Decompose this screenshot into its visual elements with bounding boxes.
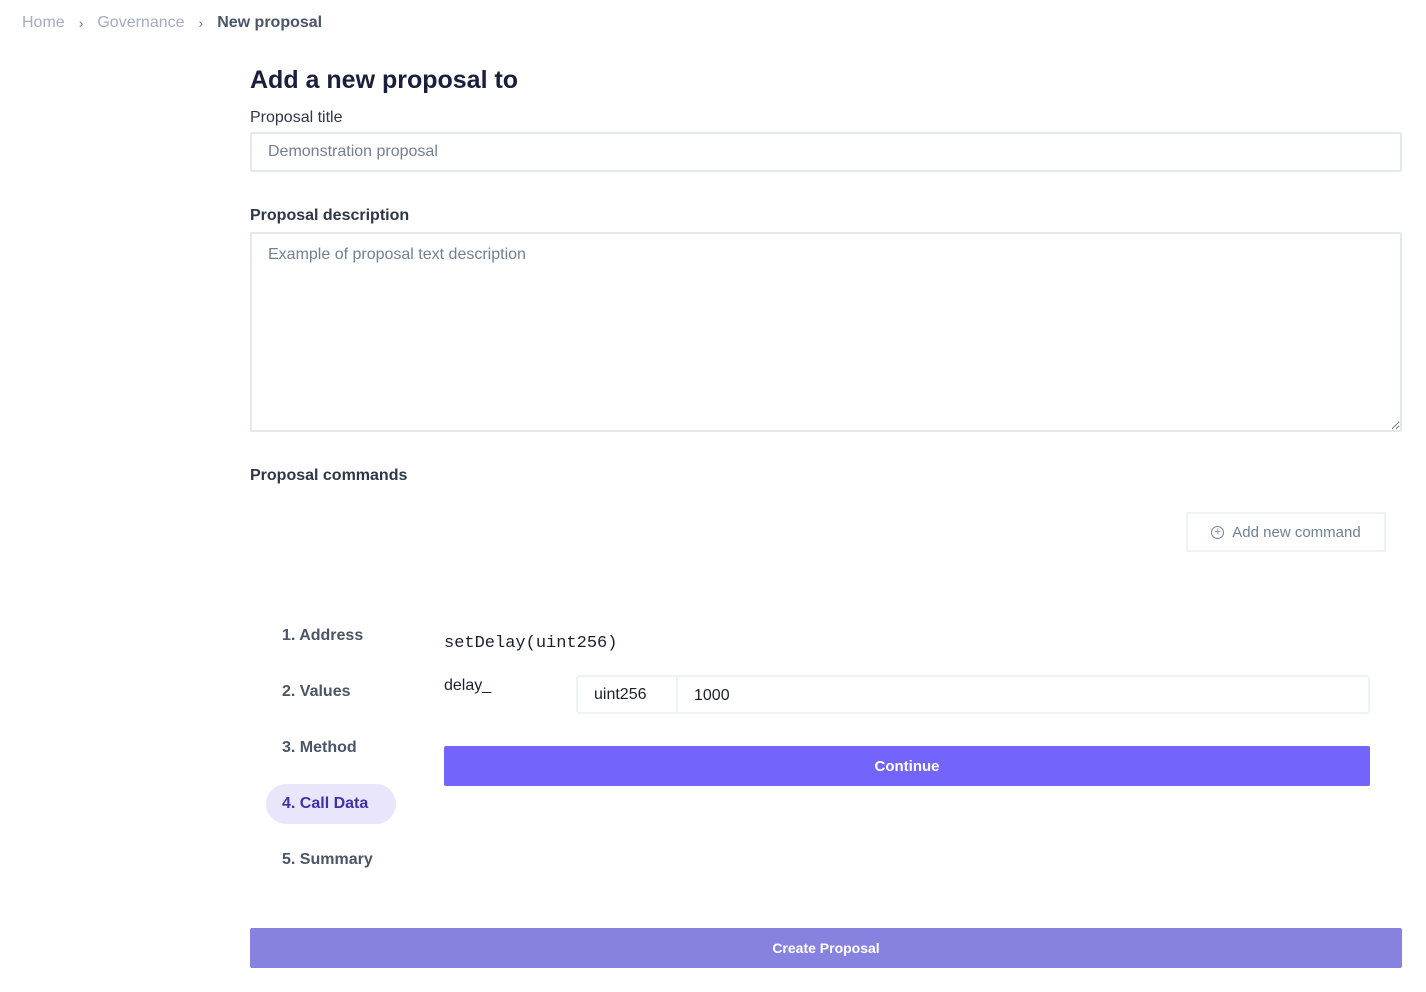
step-call-data[interactable]: 4. Call Data — [266, 784, 396, 824]
proposal-title-input[interactable] — [250, 132, 1402, 172]
proposal-title-label: Proposal title — [250, 109, 343, 126]
step-method[interactable]: 3. Method — [266, 728, 396, 768]
method-signature: setDelay(uint256) — [444, 634, 618, 653]
add-command-button[interactable]: + Add new command — [1186, 512, 1386, 552]
create-proposal-button[interactable]: Create Proposal — [250, 928, 1402, 968]
param-input-group: uint256 — [576, 675, 1370, 714]
proposal-description-label: Proposal description — [250, 207, 410, 224]
param-name: delay_ — [444, 677, 492, 694]
proposal-commands-label: Proposal commands — [250, 467, 408, 484]
chevron-right-icon: › — [198, 15, 204, 31]
chevron-right-icon: › — [78, 15, 84, 31]
add-command-label: Add new command — [1232, 523, 1361, 541]
breadcrumb: Home › Governance › New proposal — [22, 14, 322, 32]
continue-button[interactable]: Continue — [444, 746, 1370, 786]
proposal-description-input[interactable]: Example of proposal text description — [250, 232, 1402, 432]
breadcrumb-governance[interactable]: Governance — [97, 14, 184, 32]
param-value-input[interactable] — [678, 677, 1368, 712]
step-address[interactable]: 1. Address — [266, 616, 396, 656]
plus-circle-icon: + — [1211, 525, 1225, 539]
page-title: Add a new proposal to — [250, 66, 519, 94]
breadcrumb-home[interactable]: Home — [22, 14, 65, 32]
breadcrumb-current: New proposal — [217, 14, 323, 31]
step-summary[interactable]: 5. Summary — [266, 840, 396, 880]
step-values[interactable]: 2. Values — [266, 672, 396, 712]
param-type: uint256 — [578, 677, 678, 712]
